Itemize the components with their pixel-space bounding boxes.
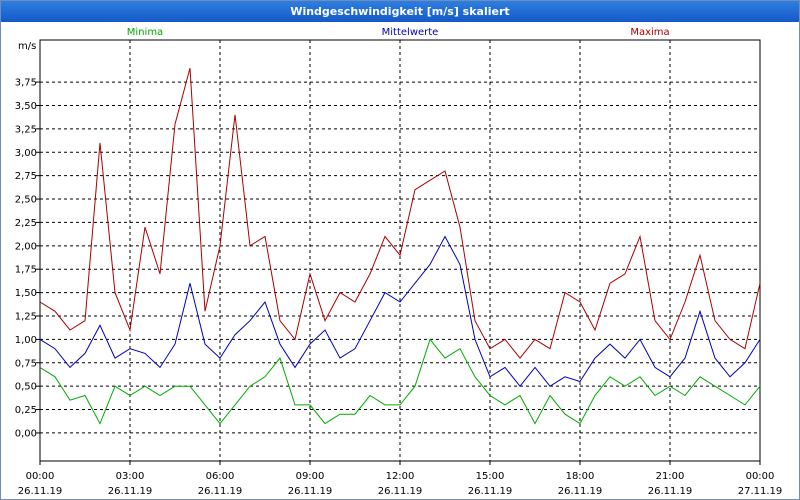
y-tick-label: 0,75 xyxy=(15,358,37,369)
y-tick-label: 3,50 xyxy=(15,101,37,112)
x-tick-date: 26.11.19 xyxy=(378,486,423,497)
y-tick-label: 1,00 xyxy=(15,335,37,346)
legend-minima: Minima xyxy=(127,27,163,38)
x-tick-time: 09:00 xyxy=(296,471,325,482)
x-tick-date: 26.11.19 xyxy=(18,486,63,497)
y-tick-label: 3,75 xyxy=(15,78,37,89)
legend-maxima: Maxima xyxy=(630,27,669,38)
y-tick-label: 1,25 xyxy=(15,311,37,322)
x-tick-time: 00:00 xyxy=(26,471,55,482)
x-tick-time: 00:00 xyxy=(746,471,775,482)
x-tick-date: 26.11.19 xyxy=(648,486,693,497)
x-tick-time: 06:00 xyxy=(206,471,235,482)
y-tick-label: 3,25 xyxy=(15,124,37,135)
x-tick-date: 26.11.19 xyxy=(108,486,153,497)
x-tick-time: 18:00 xyxy=(566,471,595,482)
legend-mittelwerte: Mittelwerte xyxy=(382,27,439,38)
x-tick-time: 03:00 xyxy=(116,471,145,482)
x-tick-date: 26.11.19 xyxy=(558,486,603,497)
x-tick-date: 26.11.19 xyxy=(288,486,333,497)
x-tick-date: 27.11.19 xyxy=(738,486,783,497)
y-tick-label: 2,00 xyxy=(15,241,37,252)
x-tick-time: 21:00 xyxy=(656,471,685,482)
y-tick-label: 0,25 xyxy=(15,405,37,416)
y-tick-label: 1,50 xyxy=(15,288,37,299)
x-axis-ticks: 00:00 26.11.19 03:00 26.11.19 06:00 26.11.19 0… xyxy=(18,461,783,497)
x-tick-date: 26.11.19 xyxy=(468,486,513,497)
y-tick-label: 2,50 xyxy=(15,195,37,206)
wind-speed-chart: 0,00 0,25 0,50 0,75 1,00 1,25 1,50 1,75 2,00 2,25… xyxy=(15,27,783,497)
x-tick-date: 26.11.19 xyxy=(198,486,243,497)
y-tick-label: 0,00 xyxy=(15,428,37,439)
y-tick-label: 0,50 xyxy=(15,382,37,393)
x-tick-time: 15:00 xyxy=(476,471,505,482)
y-tick-label: 2,75 xyxy=(15,171,37,182)
y-tick-label: 3,00 xyxy=(15,148,37,159)
y-tick-label: 1,75 xyxy=(15,265,37,276)
y-tick-label: 2,25 xyxy=(15,218,37,229)
y-axis-label: m/s xyxy=(18,41,36,52)
y-axis-ticks: 0,00 0,25 0,50 0,75 1,00 1,25 1,50 1,75 2,00 2,25… xyxy=(15,78,40,439)
x-tick-time: 12:00 xyxy=(386,471,415,482)
